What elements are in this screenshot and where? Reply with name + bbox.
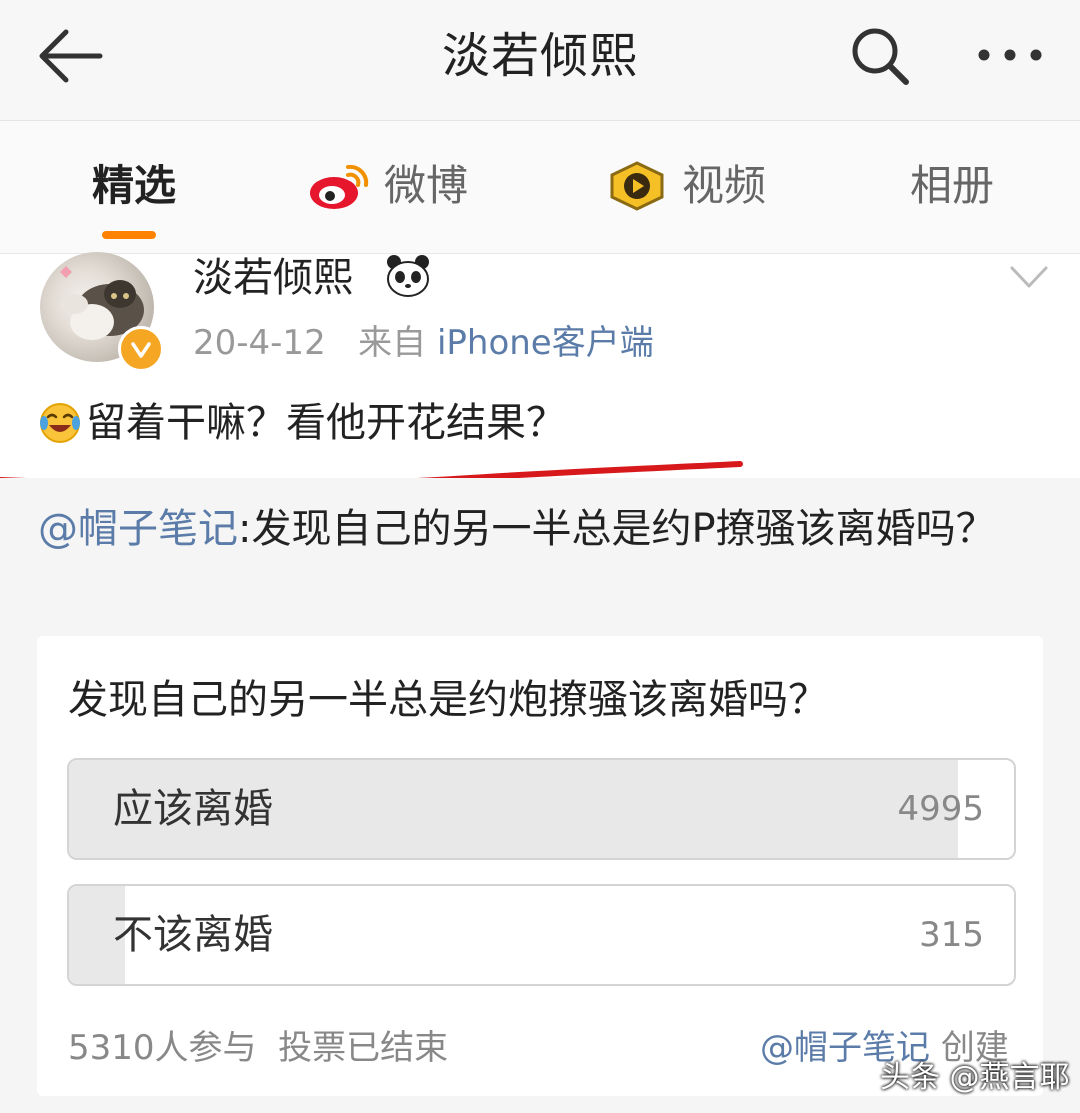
post-from-prefix: 来自 [358, 323, 427, 363]
poll-option-count: 4995 [897, 789, 984, 829]
poll-question: 发现自己的另一半总是约炮撩骚该离婚吗？ [68, 677, 828, 723]
profile-tabs: 精选 微博 视频 相册 [0, 121, 1080, 254]
weibo-logo-icon [310, 164, 369, 209]
post-source[interactable]: iPhone客户端 [437, 323, 654, 363]
post-meta: 20-4-12 来自 iPhone客户端 [193, 318, 654, 368]
search-icon[interactable] [848, 24, 912, 88]
panda-emoji-icon [387, 255, 429, 297]
poll-status: 投票已结束 [278, 1028, 449, 1068]
poll-stats: 5310人参与 投票已结束 [68, 1024, 448, 1072]
tab-label: 微博 [384, 161, 469, 210]
repost-body: :发现自己的另一半总是约P撩骚该离婚吗？ [238, 506, 996, 552]
mention-link[interactable]: @帽子笔记 [38, 506, 238, 552]
post-date: 20-4-12 [193, 323, 326, 363]
tab-label: 视频 [682, 161, 767, 210]
active-tab-indicator [102, 231, 156, 239]
post-text-content: 留着干嘛？看他开花结果？ [86, 400, 566, 446]
tab-featured[interactable]: 精选 [92, 156, 176, 216]
verified-badge-icon [118, 326, 164, 372]
poll-option-label: 不该离婚 [113, 912, 273, 958]
poll-option-divorce[interactable]: 应该离婚 4995 [67, 758, 1016, 860]
top-bar: 淡若倾熙 [0, 0, 1080, 121]
tab-weibo[interactable]: 微博 [306, 156, 468, 216]
more-dots-icon[interactable] [972, 30, 1048, 80]
video-badge-icon [610, 161, 664, 211]
author-name[interactable]: 淡若倾熙 [193, 250, 353, 306]
page-title: 淡若倾熙 [441, 28, 638, 84]
watermark: 头条 @燕言耶 [880, 1060, 1070, 1095]
tab-album[interactable]: 相册 [910, 156, 994, 216]
laughing-crying-emoji-icon [40, 403, 80, 443]
tab-label: 精选 [92, 161, 177, 210]
poll-participants: 5310人参与 [68, 1028, 257, 1068]
poll-option-count: 315 [919, 915, 984, 955]
tab-video[interactable]: 视频 [604, 156, 766, 216]
poll-option-no-divorce[interactable]: 不该离婚 315 [67, 884, 1016, 986]
tab-label: 相册 [910, 161, 995, 210]
post-text: 留着干嘛？看他开花结果？ [38, 394, 566, 452]
chevron-down-icon[interactable] [1008, 262, 1050, 292]
repost-text: @帽子笔记:发现自己的另一半总是约P撩骚该离婚吗？ [38, 500, 1038, 558]
poll-option-label: 应该离婚 [113, 786, 273, 832]
